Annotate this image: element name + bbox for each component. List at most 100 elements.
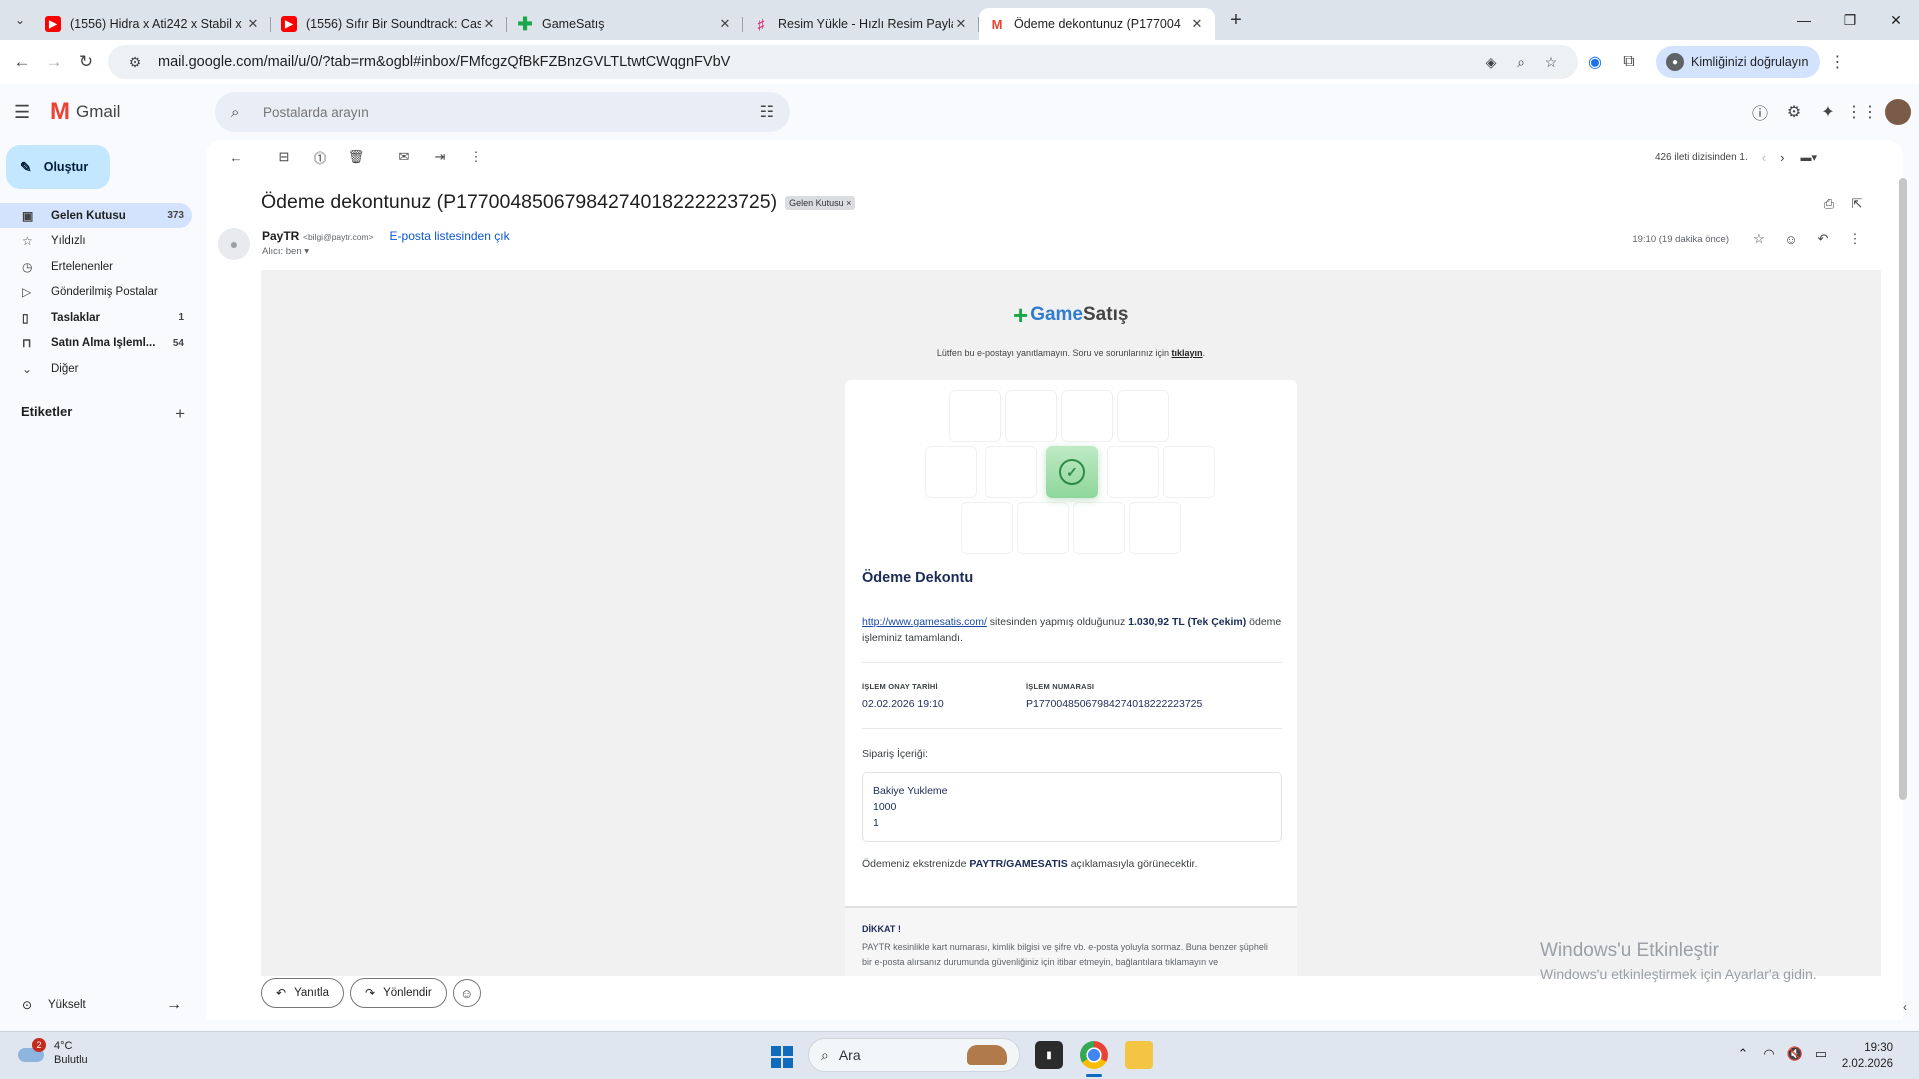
grid-cell [1129, 502, 1181, 554]
restore-icon[interactable]: ❐ [1827, 12, 1873, 29]
success-badge: ✓ [1046, 446, 1098, 498]
more-options-icon[interactable]: ⋮ [1839, 231, 1871, 247]
watermark-subtitle: Windows'u etkinleştirmek için Ayarlar'a … [1540, 966, 1817, 982]
bookmark-star-icon[interactable]: ☆ [1536, 54, 1566, 71]
gmail-logo[interactable]: M Gmail [50, 98, 200, 126]
close-tab-icon[interactable]: ✕ [245, 16, 261, 32]
sidebar-item-sent[interactable]: ▷ Gönderilmiş Postalar [0, 280, 192, 305]
back-to-inbox-icon[interactable]: ← [218, 150, 254, 165]
browser-tab[interactable]: ▶ (1556) Hidra x Ati242 x Stabil x ✕ [35, 8, 271, 40]
omnibox[interactable]: ⚙ mail.google.com/mail/u/0/?tab=rm&ogbl#… [108, 45, 1578, 79]
main-menu-icon[interactable]: ☰ [14, 102, 44, 123]
browser-tab[interactable]: ♯ Resim Yükle - Hızlı Resim Payla ✕ [743, 8, 979, 40]
emoji-react-icon[interactable]: ☺ [1775, 232, 1807, 247]
zoom-icon[interactable]: ⌕ [1506, 54, 1536, 71]
verify-identity-button[interactable]: ● Kimliğinizi doğrulayın [1656, 46, 1821, 78]
prev-message-icon[interactable]: ‹ [1762, 150, 1766, 165]
archive-icon[interactable]: ⊟ [266, 149, 302, 165]
back-icon[interactable]: ← [6, 52, 38, 72]
star-icon[interactable]: ☆ [1743, 231, 1775, 247]
extensions-puzzle-icon[interactable]: ⧉ [1612, 53, 1646, 71]
contact-link[interactable]: tıklayın [1172, 348, 1203, 358]
forward-button[interactable]: ↷ Yönlendir [350, 978, 447, 1008]
forward-icon[interactable]: → [38, 52, 70, 72]
chevron-up-icon[interactable]: ⌃ [1730, 1046, 1756, 1062]
grid-cell [1163, 446, 1215, 498]
open-new-window-icon[interactable]: ⇱ [1843, 196, 1871, 212]
upgrade-row[interactable]: ⊙ Yükselt → [22, 996, 182, 1014]
sidebar-item-snoozed[interactable]: ◷ Ertelenenler [0, 254, 192, 279]
sender-block: ● PayTR <bilgi@paytr.com> Alıcı: ben ▾ E… [218, 228, 510, 260]
settings-gear-icon[interactable]: ⚙ [1777, 102, 1811, 122]
wifi-icon[interactable]: ◠ [1756, 1046, 1782, 1062]
sidebar-item-inbox[interactable]: ▣ Gelen Kutusu 373 [0, 203, 192, 228]
emoji-react-button[interactable]: ☺ [452, 979, 481, 1007]
inbox-label-chip[interactable]: Gelen Kutusu × [785, 195, 856, 210]
minimize-icon[interactable]: — [1781, 12, 1827, 28]
arrow-right-icon[interactable]: → [166, 996, 182, 1014]
extension-icon[interactable]: ◉ [1578, 52, 1612, 72]
search-options-icon[interactable]: ☷ [760, 102, 774, 122]
scrollbar[interactable] [1899, 178, 1907, 800]
grid-cell [925, 446, 977, 498]
apps-grid-icon[interactable]: ⋮⋮ [1845, 102, 1879, 122]
browser-menu-icon[interactable]: ⋮ [1820, 52, 1854, 72]
message-toolbar: ← ⊟ ⓵ 🗑 ✉ ⇥ ⋮ [206, 140, 1903, 174]
new-tab-button[interactable]: + [1221, 9, 1251, 32]
search-input[interactable] [263, 104, 760, 120]
sidebar-item-more[interactable]: ⌄ Diğer [0, 357, 192, 382]
windows-taskbar: 2 4°C Bulutlu ⌕ Ara ▮ ⌃ ◠ 🔇 ▭ 19:30 2.02… [0, 1031, 1919, 1079]
search-icon[interactable]: ⌕ [231, 104, 253, 121]
close-tab-icon[interactable]: ✕ [1189, 16, 1205, 32]
task-view-icon[interactable]: ▮ [1035, 1041, 1063, 1069]
reload-icon[interactable]: ↻ [70, 52, 102, 72]
gemini-sparkle-icon[interactable]: ✦ [1811, 102, 1845, 122]
close-tab-icon[interactable]: ✕ [953, 16, 969, 32]
browser-tab[interactable]: ✚ GameSatış ✕ [507, 8, 743, 40]
desc-mid: sitesinden yapmış olduğunuz [986, 616, 1129, 628]
add-label-icon[interactable]: + [175, 404, 185, 424]
report-spam-icon[interactable]: ⓵ [302, 148, 338, 167]
close-tab-icon[interactable]: ✕ [481, 16, 497, 32]
weather-widget[interactable]: 2 4°C Bulutlu [18, 1038, 88, 1066]
sender-name[interactable]: PayTR [262, 229, 299, 243]
help-icon[interactable]: ⓘ [1743, 100, 1777, 124]
speaker-muted-icon[interactable]: 🔇 [1782, 1046, 1808, 1062]
more-options-icon[interactable]: ⋮ [458, 149, 494, 165]
recipient-toggle[interactable]: Alıcı: ben ▾ [262, 246, 374, 257]
mark-unread-icon[interactable]: ✉ [386, 149, 422, 165]
input-tools-icon[interactable]: ▬▾ [1800, 151, 1817, 164]
unsubscribe-link[interactable]: E-posta listesinden çık [390, 229, 510, 243]
lens-icon[interactable]: ◈ [1476, 54, 1506, 71]
print-icon[interactable]: ⎙ [1815, 196, 1843, 212]
site-link[interactable]: http://www.gamesatis.com/ [862, 616, 987, 628]
sidebar-item-starred[interactable]: ☆ Yıldızlı [0, 229, 192, 254]
browser-tab[interactable]: ▶ (1556) Sıfır Bir Soundtrack: Cas ✕ [271, 8, 507, 40]
avatar[interactable] [1885, 99, 1911, 125]
forward-icon: ↷ [365, 986, 376, 1000]
move-to-icon[interactable]: ⇥ [422, 149, 458, 165]
search-bar[interactable]: ⌕ ☷ [215, 92, 790, 132]
file-explorer-icon[interactable] [1125, 1041, 1153, 1069]
sidebar-item-drafts[interactable]: ▯ Taslaklar 1 [0, 305, 192, 330]
delete-icon[interactable]: 🗑 [338, 149, 374, 165]
sidebar-item-purchases[interactable]: ⊓ Satın Alma İşleml... 54 [0, 331, 192, 356]
tab-search-button[interactable]: ⌄ [5, 5, 35, 35]
close-window-icon[interactable]: ✕ [1873, 12, 1919, 29]
taskbar-search[interactable]: ⌕ Ara [808, 1038, 1020, 1072]
noreply-end: . [1202, 348, 1206, 358]
chrome-taskbar-icon[interactable] [1080, 1041, 1108, 1069]
battery-icon[interactable]: ▭ [1808, 1046, 1834, 1062]
site-info-icon[interactable]: ⚙ [120, 54, 150, 71]
reply-icon[interactable]: ↶ [1807, 231, 1839, 247]
windows-start-icon[interactable] [771, 1046, 793, 1068]
side-panel-toggle-icon[interactable]: ‹ [1903, 1000, 1907, 1014]
compose-button[interactable]: ✎ Oluştur [6, 145, 110, 189]
taskbar-clock[interactable]: 19:30 2.02.2026 [1842, 1040, 1893, 1072]
url-text[interactable]: mail.google.com/mail/u/0/?tab=rm&ogbl#in… [158, 54, 1476, 70]
reply-button[interactable]: ↶ Yanıtla [261, 978, 345, 1008]
close-tab-icon[interactable]: ✕ [717, 16, 733, 32]
sender-avatar[interactable]: ● [218, 228, 250, 260]
browser-tab-active[interactable]: M Ödeme dekontunuz (P177004 ✕ [979, 8, 1215, 40]
next-message-icon[interactable]: › [1780, 150, 1784, 165]
